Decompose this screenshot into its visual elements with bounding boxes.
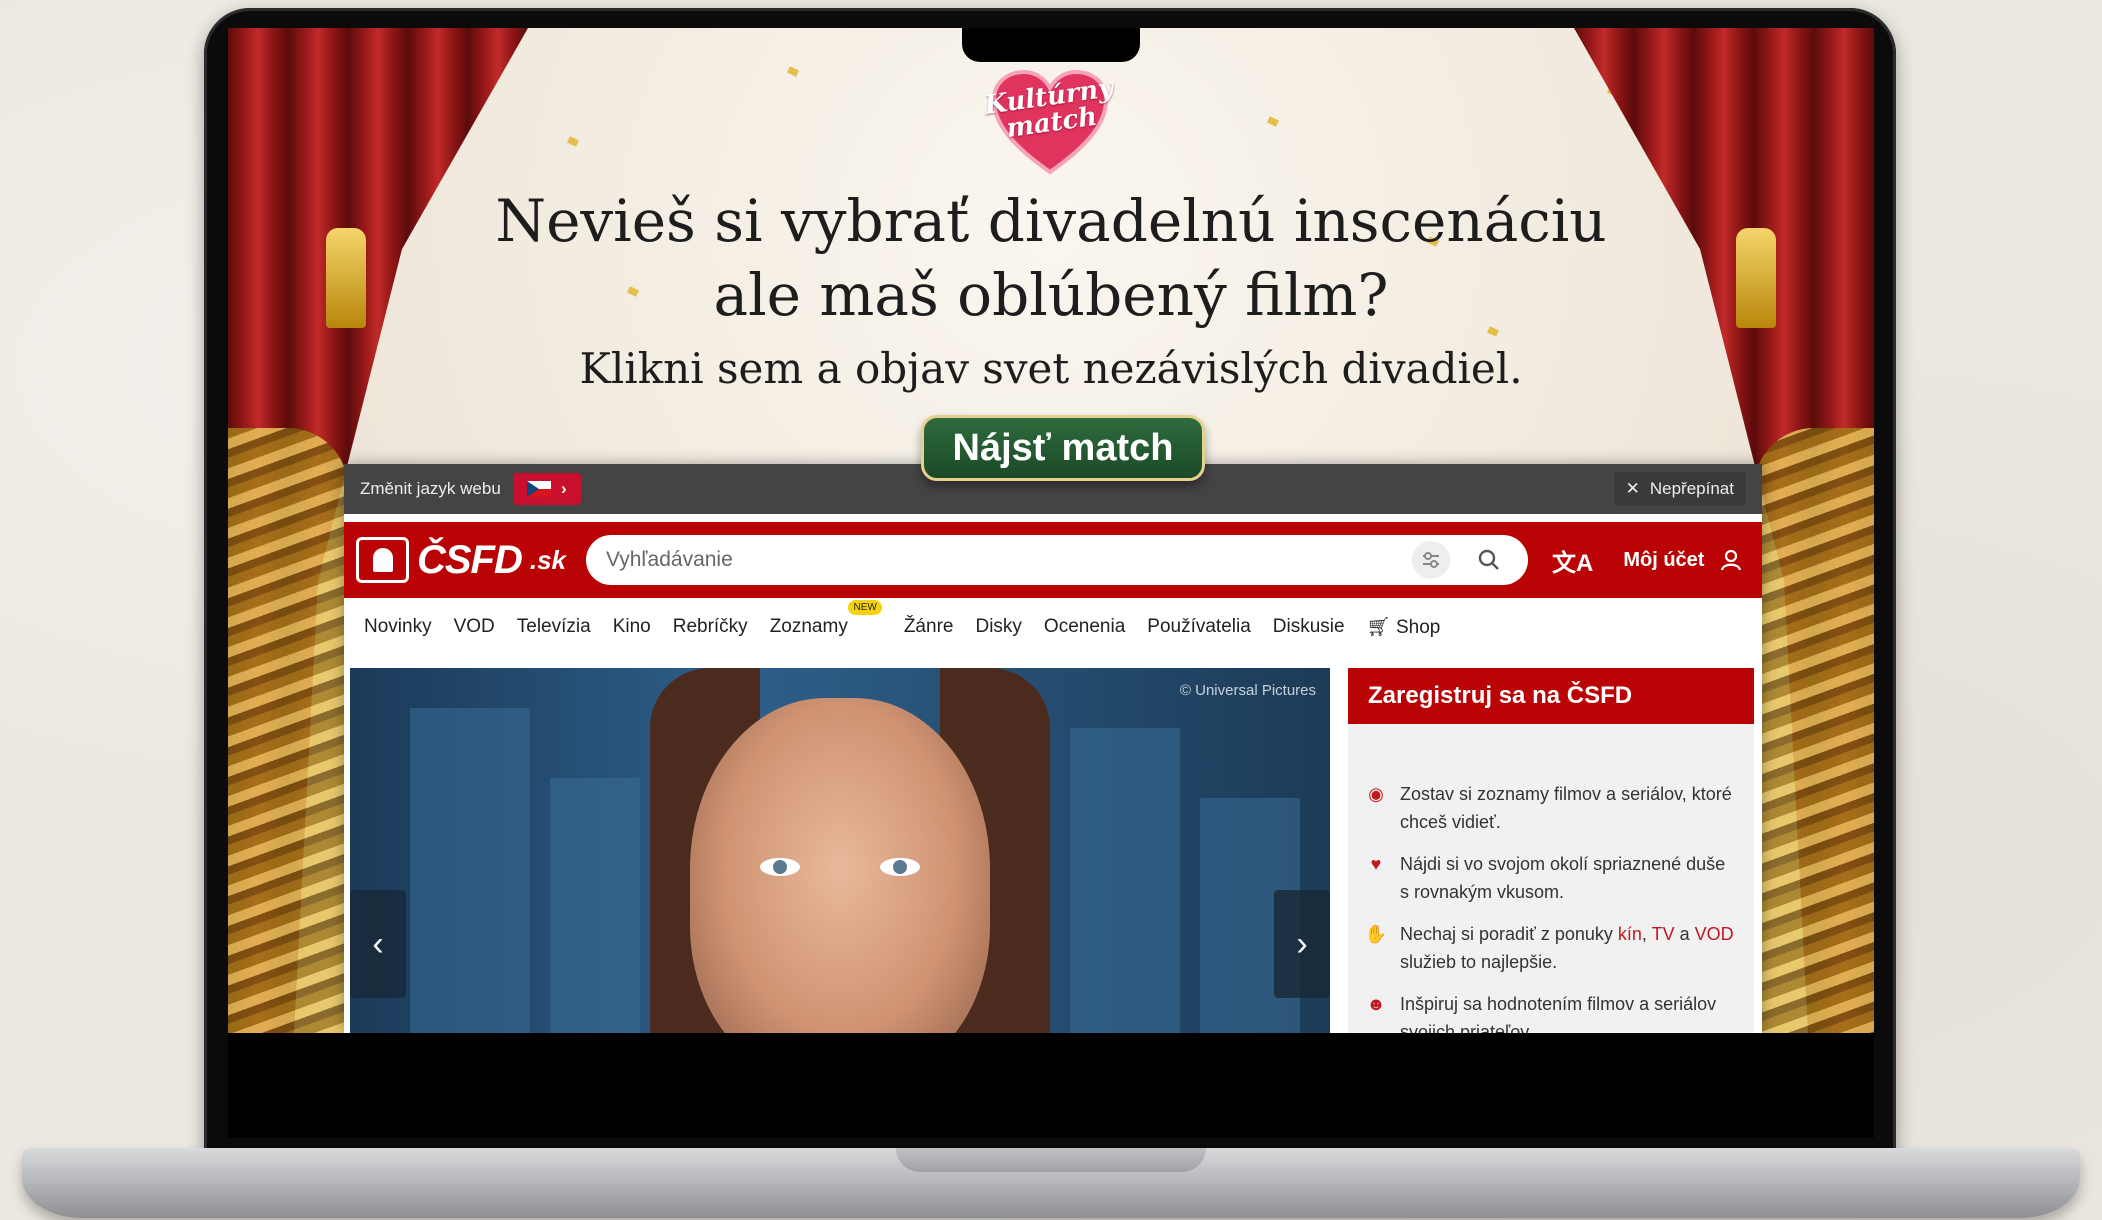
laptop-opening-notch <box>896 1148 1206 1172</box>
gold-ornament-left <box>228 428 348 1033</box>
hero-eye <box>760 858 800 876</box>
nav-item-ocenenia[interactable]: Ocenenia <box>1044 616 1125 638</box>
my-account-button[interactable]: Môj účet <box>1623 549 1742 572</box>
site-logo[interactable]: ČSFD .sk <box>356 533 566 587</box>
tassel-left <box>326 228 366 328</box>
nav-item-rebricky[interactable]: Rebríčky <box>673 616 748 638</box>
hero-building <box>1070 728 1180 1033</box>
register-benefit-text: Inšpiruj sa hodnotením filmov a seriálov… <box>1400 994 1717 1033</box>
register-benefit-text: Nechaj si poradiť z ponuky kín, TV a VOD… <box>1400 920 1738 976</box>
register-benefit: ✋ Nechaj si poradiť z ponuky kín, TV a V… <box>1364 920 1738 976</box>
cart-icon: 🛒︎ <box>1366 617 1391 638</box>
user-icon <box>1721 549 1742 571</box>
eye-icon: ◉ <box>1368 784 1384 804</box>
ad-subline: Klikni sem a objav svet nezávislých diva… <box>579 344 1523 393</box>
hero-building <box>410 708 530 1033</box>
hero-building <box>550 778 640 1033</box>
link-vod[interactable]: VOD <box>1695 924 1734 944</box>
my-account-label: Môj účet <box>1623 548 1705 571</box>
hero-eye <box>880 858 920 876</box>
search-button[interactable] <box>1470 541 1508 579</box>
brand-name: ČSFD <box>416 537 523 582</box>
nav-item-zanre[interactable]: Žánre <box>904 616 954 638</box>
chat-heart-icon: ♥ <box>1370 854 1382 874</box>
link-tv[interactable]: TV <box>1652 924 1675 944</box>
hero-portrait <box>690 698 990 1033</box>
register-card: Zaregistruj sa na ČSFD ◉ Zostav si zozna… <box>1348 668 1754 1033</box>
register-benefit: ◉ Zostav si zoznamy filmov a seriálov, k… <box>1364 780 1738 836</box>
new-badge: NEW <box>848 600 882 615</box>
thumbs-up-icon: ✋ <box>1364 924 1388 944</box>
close-icon: ✕ <box>1625 479 1640 498</box>
nav-item-televizia[interactable]: Televízia <box>517 616 591 638</box>
nav-item-disky[interactable]: Disky <box>975 616 1021 638</box>
nav-item-zoznamy[interactable]: Zoznamy NEW <box>769 600 882 638</box>
nav-item-diskusie[interactable]: Diskusie <box>1273 616 1345 638</box>
register-benefits: ◉ Zostav si zoznamy filmov a seriálov, k… <box>1348 724 1754 1033</box>
nav-item-shop-label: Shop <box>1396 617 1441 638</box>
film-logo-icon <box>356 537 409 583</box>
carousel-next-button[interactable]: › <box>1274 890 1330 998</box>
nav-item-pouzivatelia[interactable]: Používatelia <box>1147 616 1251 638</box>
search-placeholder: Vyhľadávanie <box>606 548 733 571</box>
language-switch-button[interactable]: › <box>512 473 581 505</box>
register-benefit-text: Nájdi si vo svojom okolí spriaznené duše… <box>1400 854 1726 902</box>
search-input[interactable]: Vyhľadávanie <box>586 535 1528 585</box>
language-dismiss-button[interactable]: ✕ Nepřepínat <box>1613 472 1746 506</box>
hero-carousel[interactable]: © Universal Pictures ‹ › <box>350 668 1330 1033</box>
site-header: ČSFD .sk Vyhľadávanie 文A Môj účet <box>344 522 1762 598</box>
nav-item-kino[interactable]: Kino <box>613 616 651 638</box>
register-benefit: ♥ Nájdi si vo svojom okolí spriaznené du… <box>1364 850 1738 906</box>
nav-item-shop[interactable]: 🛒︎ Shop <box>1367 615 1441 639</box>
hero-copyright: © Universal Pictures <box>1179 682 1316 699</box>
find-match-button[interactable]: Nájsť match <box>921 415 1205 481</box>
ad-headline: Nevieš si vybrať divadelnú inscenáciu al… <box>478 184 1624 332</box>
register-benefit-text: Zostav si zoznamy filmov a seriálov, kto… <box>1400 784 1732 832</box>
camera-notch <box>962 28 1140 62</box>
csfd-page: Změnit jazyk webu › ✕ Nepřepínat ČSFD .s… <box>344 464 1762 1033</box>
laptop-screen: Kultúrny match Nevieš si vybrať divadeln… <box>228 28 1874 1033</box>
nav-item-vod[interactable]: VOD <box>454 616 495 638</box>
ad-headline-line2: ale maš oblúbený film? <box>713 261 1389 329</box>
register-benefit-sep: , <box>1641 924 1652 944</box>
register-benefit-text-pre: Nechaj si poradiť z ponuky <box>1400 924 1618 944</box>
users-icon: ☻ <box>1366 994 1386 1014</box>
czech-flag-icon <box>526 481 551 497</box>
main-nav: Novinky VOD Televízia Kino Rebríčky Zozn… <box>344 598 1762 656</box>
register-benefit-post: služieb to najlepšie. <box>1400 952 1558 972</box>
tassel-right <box>1736 228 1776 328</box>
chevron-right-icon: › <box>560 479 567 498</box>
translate-icon[interactable]: 文A <box>1552 543 1593 578</box>
register-benefit: ☻ Inšpiruj sa hodnotením filmov a seriál… <box>1364 990 1738 1033</box>
gold-ornament-right <box>1754 428 1874 1033</box>
search-filter-button[interactable] <box>1412 541 1450 579</box>
nav-item-novinky[interactable]: Novinky <box>364 616 432 638</box>
register-title[interactable]: Zaregistruj sa na ČSFD <box>1348 668 1754 724</box>
language-dismiss-label: Nepřepínat <box>1649 479 1734 498</box>
ad-headline-line1: Nevieš si vybrať divadelnú inscenáciu <box>495 187 1607 255</box>
sliders-icon <box>1423 552 1439 568</box>
carousel-prev-button[interactable]: ‹ <box>350 890 406 998</box>
brand-tld: .sk <box>529 544 566 575</box>
chevron-right-icon: › <box>1296 924 1308 963</box>
nav-item-zoznamy-label: Zoznamy <box>769 616 848 637</box>
register-benefit-mid: a <box>1674 924 1695 944</box>
language-bar-label: Změnit jazyk webu <box>360 479 501 498</box>
link-kina[interactable]: kín <box>1618 924 1642 944</box>
search-icon <box>1478 549 1499 570</box>
laptop-bezel <box>228 1033 1874 1138</box>
chevron-left-icon: ‹ <box>372 924 384 963</box>
